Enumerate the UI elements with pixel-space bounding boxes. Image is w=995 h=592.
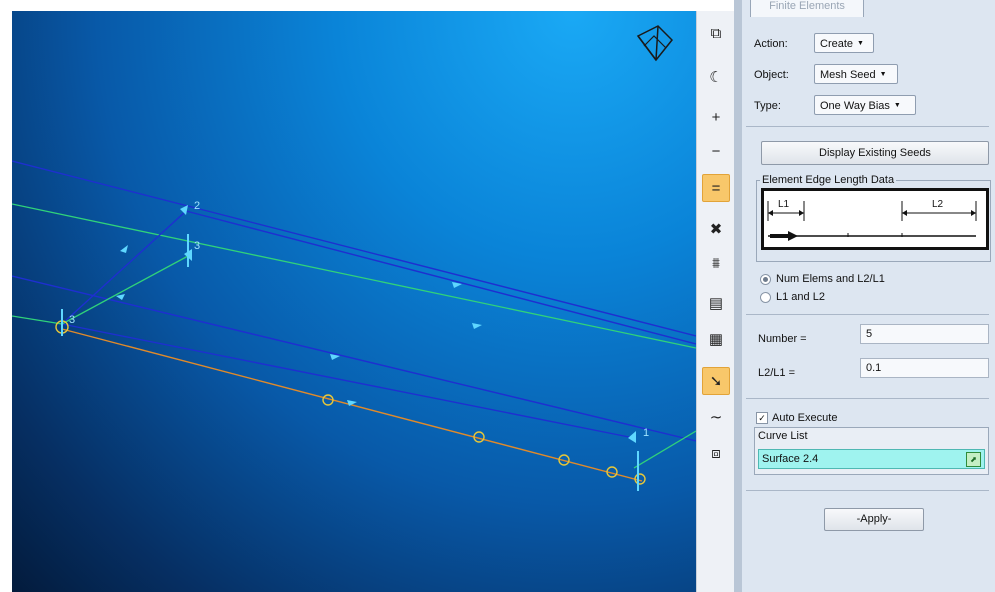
pointer-icon[interactable]: ➘: [702, 367, 730, 395]
chevron-down-icon: ▼: [857, 40, 864, 47]
radio-l1-l2[interactable]: [760, 292, 771, 303]
zoom-in-icon[interactable]: +: [702, 103, 730, 131]
orange-selected-curve: [61, 328, 643, 482]
copy-icon[interactable]: ⧉: [702, 19, 730, 47]
panel-splitter[interactable]: [734, 0, 742, 592]
section-divider: [746, 126, 989, 127]
select-list-icon[interactable]: ⬈: [966, 452, 981, 467]
display-existing-seeds-button[interactable]: Display Existing Seeds: [761, 141, 989, 165]
chevron-down-icon: ▼: [893, 102, 901, 109]
blue-edge-top: [185, 210, 696, 345]
curve-icon[interactable]: ∼: [702, 403, 730, 431]
node-label: 2: [194, 200, 200, 212]
node-label: 3: [194, 240, 200, 252]
chevron-down-icon: ▼: [879, 71, 887, 78]
radio-num-elems[interactable]: [760, 274, 771, 285]
direction-arrow: [472, 323, 482, 329]
equal-icon[interactable]: =: [702, 174, 730, 202]
zoom-out-icon[interactable]: −: [702, 137, 730, 165]
diagram-l2-label: L2: [932, 199, 944, 210]
tools-icon[interactable]: ✖: [702, 215, 730, 243]
action-dropdown[interactable]: Create ▼: [814, 33, 874, 53]
action-label: Action:: [754, 38, 788, 50]
type-dropdown[interactable]: One Way Bias ▼: [814, 95, 916, 115]
ratio-field[interactable]: 0.1: [860, 358, 989, 378]
bias-diagram-graphic: L1 L2: [767, 199, 977, 241]
curve-list-box: Curve List Surface 2.4 ⬈: [754, 427, 989, 475]
object-dropdown[interactable]: Mesh Seed ▼: [814, 64, 898, 84]
element-list-icon[interactable]: ▦: [702, 325, 730, 353]
ratio-label: L2/L1 =: [758, 367, 796, 379]
section-divider: [746, 398, 989, 399]
green-edge-stub: [12, 315, 63, 325]
lasso-icon[interactable]: ☾: [702, 63, 730, 91]
tab-finite-elements[interactable]: Finite Elements: [750, 0, 864, 17]
auto-execute-label: Auto Execute: [772, 412, 838, 424]
curve-list-input[interactable]: Surface 2.4 ⬈: [758, 449, 985, 469]
blue-edge-far: [12, 160, 696, 337]
type-label: Type:: [754, 100, 781, 112]
node-label: 1: [643, 427, 649, 439]
number-label: Number =: [758, 333, 807, 345]
radio-num-elems-label: Num Elems and L2/L1: [776, 273, 885, 285]
node-marker: [628, 431, 636, 443]
number-field[interactable]: 5: [860, 324, 989, 344]
diagram-l1-label: L1: [778, 199, 790, 210]
blue-edge-near: [12, 275, 696, 442]
direction-arrow: [120, 245, 128, 253]
element-edge-length-title: Element Edge Length Data: [760, 174, 897, 186]
model-geometry: 2 3 3 1: [12, 25, 696, 491]
section-divider: [746, 490, 989, 491]
section-divider: [746, 314, 989, 315]
select-icon[interactable]: ⧈: [702, 439, 730, 467]
auto-execute-checkbox[interactable]: ✓: [756, 412, 768, 424]
blue-edge-bottom: [61, 323, 635, 439]
curve-list-label: Curve List: [758, 430, 808, 442]
list-view-icon[interactable]: ▤: [702, 289, 730, 317]
radio-l1-l2-label: L1 and L2: [776, 291, 825, 303]
apply-button[interactable]: -Apply-: [824, 508, 924, 531]
object-label: Object:: [754, 69, 789, 81]
filter-icon[interactable]: ⩩: [702, 249, 730, 277]
node-label: 3: [69, 314, 75, 326]
view-orientation-icon: [636, 25, 674, 62]
bias-diagram: L1 L2: [761, 188, 989, 250]
direction-arrow: [116, 294, 125, 300]
3d-viewport[interactable]: 2 3 3 1: [12, 11, 696, 592]
finite-elements-panel: Finite Elements Action: Create ▼ Object: …: [742, 0, 995, 592]
viewport-toolbar: ⧉ ☾ + − = ✖ ⩩ ▤ ▦ ➘ ∼ ⧈: [696, 11, 735, 592]
